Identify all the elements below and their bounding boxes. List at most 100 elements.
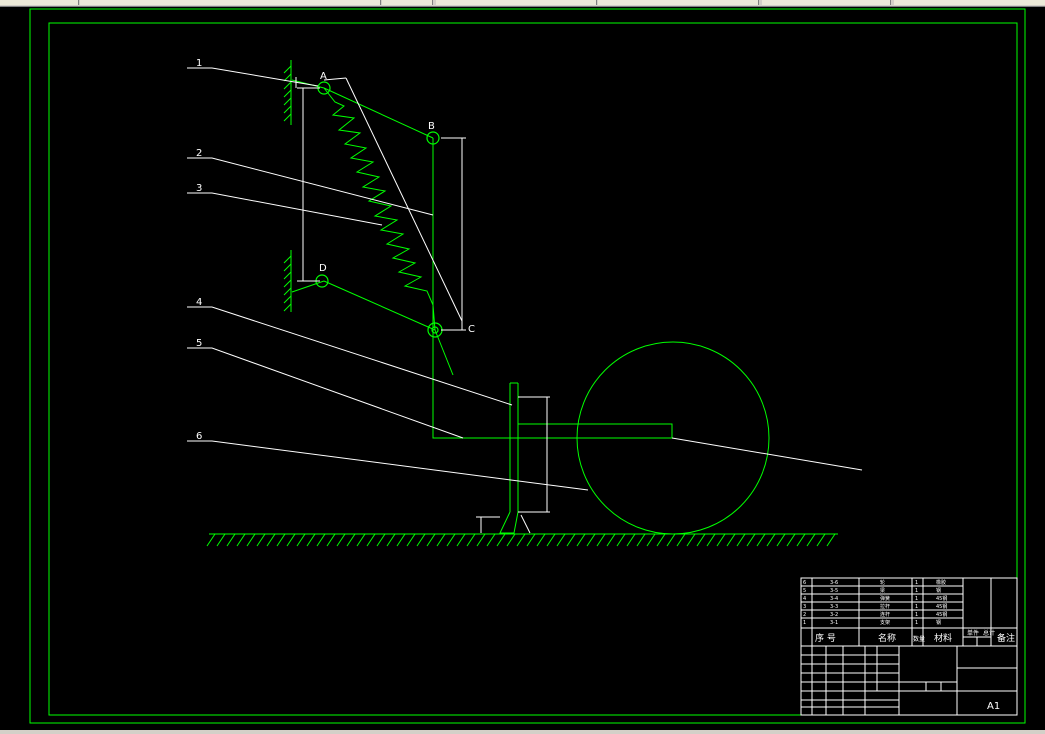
- bom-cell-no: 5: [803, 588, 806, 594]
- bom-cell-name: 连杆: [880, 611, 890, 618]
- ground-hatch-tick: [236, 533, 246, 547]
- ground-hatch-tick: [326, 533, 336, 547]
- ground-hatch-tick: [546, 533, 556, 547]
- link-dc: [323, 280, 436, 331]
- bom-header-remark: 备注: [997, 632, 1015, 644]
- ground-hatch-tick: [756, 533, 766, 547]
- ground-hatch-tick: [666, 533, 676, 547]
- ground-hatch-tick: [286, 533, 296, 547]
- ground-hatch-tick: [586, 533, 596, 547]
- part-number-3: 3: [196, 183, 202, 194]
- ground-hatch-tick: [796, 533, 806, 547]
- bom-cell-name: 轮: [880, 579, 885, 586]
- drawing-canvas[interactable]: 1 2 3 4 5 6 A B C D 6 3-6 轮 1 橡胶5 3-5 梁 …: [0, 0, 1045, 734]
- ground-hatch-tick: [566, 533, 576, 547]
- ground-hatch-tick: [226, 533, 236, 547]
- ground-hatch-tick: [476, 533, 486, 547]
- ground-hatch-tick: [686, 533, 696, 547]
- bom-cell-code: 3-6: [830, 580, 838, 586]
- ground-hatch-tick: [256, 533, 266, 547]
- ground-hatch-tick: [506, 533, 516, 547]
- joint-label-d: D: [319, 263, 327, 274]
- ground-hatch-tick: [516, 533, 526, 547]
- ground-hatch-tick: [526, 533, 536, 547]
- ground-hatch-tick: [266, 533, 276, 547]
- bom-header: 序 号 名称 数量 材料 单件 总计 备注: [815, 629, 1015, 644]
- bom-cell-code: 3-3: [830, 604, 838, 610]
- bom-cell-mat: 45钢: [936, 603, 947, 610]
- ground-hatch-tick: [356, 533, 366, 547]
- bom-cell-code: 3-1: [830, 620, 838, 626]
- ground-hatch-tick: [646, 533, 656, 547]
- bom-cell-mat: 45钢: [936, 595, 947, 602]
- ground-hatch-tick: [596, 533, 606, 547]
- annotation-lines: [187, 67, 863, 534]
- ground-hatch-tick: [486, 533, 496, 547]
- joint-label-b: B: [428, 121, 435, 132]
- joint-label-c: C: [468, 324, 475, 335]
- ground-hatch-tick: [676, 533, 686, 547]
- ground-hatch-tick: [296, 533, 306, 547]
- ground-hatch-tick: [346, 533, 356, 547]
- joints: [315, 81, 443, 338]
- ground-hatch-tick: [636, 533, 646, 547]
- ground-hatch-tick: [496, 533, 506, 547]
- bom-cell-code: 3-4: [830, 596, 838, 602]
- part-number-5: 5: [196, 338, 202, 349]
- ground-hatch-tick: [736, 533, 746, 547]
- upper-wall-hatch: [283, 60, 292, 125]
- ground-hatch-tick: [366, 533, 376, 547]
- ground-hatch-tick: [466, 533, 476, 547]
- joint-labels: A B C D: [319, 71, 475, 335]
- ground-hatch-tick: [616, 533, 626, 547]
- bom-cell-no: 2: [803, 612, 806, 618]
- bom-cell-qty: 1: [915, 620, 918, 626]
- bom-header-material: 材料: [934, 632, 952, 644]
- part-number-2: 2: [196, 148, 202, 159]
- ground-hatch-tick: [626, 533, 636, 547]
- ground-hatch-tick: [396, 533, 406, 547]
- ground-hatch-tick: [716, 533, 726, 547]
- inner-drawing-frame: [48, 22, 1018, 716]
- bom-header-name: 名称: [878, 632, 896, 644]
- frame-beam-right: [518, 423, 673, 439]
- ground-hatch-tick: [776, 533, 786, 547]
- bom-header-qty: 数量: [913, 635, 925, 643]
- bom-cell-no: 3: [803, 604, 806, 610]
- ground-hatch-tick: [726, 533, 736, 547]
- bom-cell-qty: 1: [915, 612, 918, 618]
- lower-wall-hatch: [283, 250, 292, 312]
- bom-cell-mat: 45钢: [936, 611, 947, 618]
- part-number-1: 1: [196, 58, 202, 69]
- ground-hatch-tick: [416, 533, 426, 547]
- bom-cell-name: 支架: [880, 619, 890, 626]
- ground-hatch-tick: [766, 533, 776, 547]
- bom-cell-name: 拉杆: [880, 603, 890, 610]
- ground-hatch-tick: [706, 533, 716, 547]
- ground-hatch: [206, 533, 836, 547]
- bom-header-no: 序 号: [815, 632, 836, 644]
- status-bar: [0, 730, 1045, 734]
- bom-cell-code: 3-2: [830, 612, 838, 618]
- ground-hatch-tick: [746, 533, 756, 547]
- ground-hatch-tick: [246, 533, 256, 547]
- ground-hatch-tick: [786, 533, 796, 547]
- ground-hatch-tick: [426, 533, 436, 547]
- ground-hatch-tick: [456, 533, 466, 547]
- ground-hatch-tick: [276, 533, 286, 547]
- ground-hatch-tick: [826, 533, 836, 547]
- part-number-6: 6: [196, 431, 202, 442]
- bom-cell-no: 1: [803, 620, 806, 626]
- bom-cell-code: 3-5: [830, 588, 838, 594]
- ground-hatch-tick: [606, 533, 616, 547]
- ground-hatch-tick: [806, 533, 816, 547]
- ground-hatch-tick: [656, 533, 666, 547]
- ground-hatch-tick: [376, 533, 386, 547]
- spring: [323, 87, 436, 331]
- outer-sheet-border: [29, 8, 1026, 724]
- ground-hatch-tick: [406, 533, 416, 547]
- bom-cell-name: 梁: [880, 587, 885, 594]
- ground-hatch-tick: [556, 533, 566, 547]
- ground-hatch-tick: [216, 533, 226, 547]
- frame-beam-left: [432, 330, 518, 439]
